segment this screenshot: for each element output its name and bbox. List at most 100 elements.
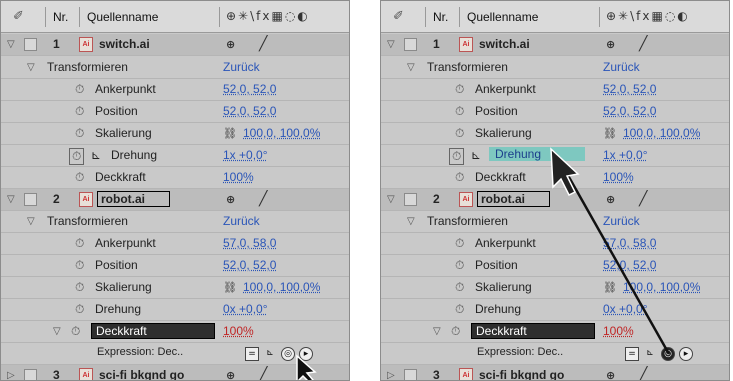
twirl-down-icon[interactable]: ▽ xyxy=(433,326,441,337)
expression-row[interactable]: Expression: Dec.. = ⊾ ◎ ▸ xyxy=(381,343,729,365)
collapse-switch-icon[interactable]: ⊕ xyxy=(606,193,615,206)
twirl-down-icon[interactable]: ▽ xyxy=(407,62,415,73)
reset-link[interactable]: Zurück xyxy=(223,60,260,74)
column-source-name[interactable]: Quellenname xyxy=(87,10,158,24)
stopwatch-icon[interactable]: ⏱ xyxy=(455,170,464,185)
rotation-value[interactable]: 1x +0,0° xyxy=(223,148,268,162)
property-row[interactable]: ⏱ Deckkraft 100% xyxy=(1,167,349,189)
stopwatch-icon[interactable]: ⏱ xyxy=(451,324,460,339)
stopwatch-icon[interactable]: ⏱ xyxy=(455,236,464,251)
layer-name[interactable]: robot.ai xyxy=(477,191,550,207)
rotation-value[interactable]: 1x +0,0° xyxy=(603,148,648,162)
property-row[interactable]: ⏱ Position 52,0, 52,0 xyxy=(1,101,349,123)
graph-icon[interactable]: ⊾ xyxy=(471,148,481,162)
column-nr[interactable]: Nr. xyxy=(53,10,68,24)
transform-group-row[interactable]: ▽ Transformieren Zurück xyxy=(381,57,729,79)
stopwatch-icon[interactable]: ⏱ xyxy=(449,148,465,165)
collapse-switch-icon[interactable]: ⊕ xyxy=(226,369,235,380)
stopwatch-icon[interactable]: ⏱ xyxy=(75,82,84,97)
scale-value[interactable]: 100,0, 100,0% xyxy=(243,280,320,294)
label-color-box[interactable] xyxy=(24,38,37,51)
opacity-value[interactable]: 100% xyxy=(603,324,634,338)
expression-row[interactable]: Expression: Dec.. = ⊾ ◎ ▸ xyxy=(1,343,349,365)
property-row[interactable]: ⏱ Ankerpunkt 52,0, 52,0 xyxy=(381,79,729,101)
stopwatch-icon[interactable]: ⏱ xyxy=(75,126,84,141)
property-row[interactable]: ⏱ Skalierung ⛓ 100,0, 100,0% xyxy=(1,123,349,145)
transform-group-row[interactable]: ▽ Transformieren Zurück xyxy=(1,57,349,79)
rotation-value[interactable]: 0x +0,0° xyxy=(223,302,268,316)
property-row[interactable]: ⏱ Skalierung ⛓ 100,0, 100,0% xyxy=(1,277,349,299)
reset-link[interactable]: Zurück xyxy=(603,60,640,74)
scale-value[interactable]: 100,0, 100,0% xyxy=(623,126,700,140)
collapse-switch-icon[interactable]: ⊕ xyxy=(226,193,235,206)
property-row[interactable]: ⏱ Drehung 0x +0,0° xyxy=(381,299,729,321)
stopwatch-icon[interactable]: ⏱ xyxy=(75,236,84,251)
opacity-value[interactable]: 100% xyxy=(223,324,254,338)
anchor-value[interactable]: 52,0, 52,0 xyxy=(223,82,276,96)
property-row[interactable]: ▽ ⏱ Deckkraft 100% xyxy=(381,321,729,343)
graph-icon[interactable]: ⊾ xyxy=(643,347,657,361)
layer-row[interactable]: ▽ 2 Ai robot.ai ⊕ ╱ xyxy=(1,189,349,211)
layer-row[interactable]: ▷ 3 Ai sci-fi bkgnd go ⊕ ╱ xyxy=(381,365,729,380)
property-row[interactable]: ⏱ ⊾ Drehung 1x +0,0° xyxy=(381,145,729,167)
twirl-down-icon[interactable]: ▽ xyxy=(407,216,415,227)
pickwhip-icon[interactable]: ◎ xyxy=(281,347,295,361)
property-label-selected[interactable]: Deckkraft xyxy=(471,323,595,339)
scale-value[interactable]: 100,0, 100,0% xyxy=(623,280,700,294)
position-value[interactable]: 52,0, 52,0 xyxy=(223,258,276,272)
stopwatch-icon[interactable]: ⏱ xyxy=(455,280,464,295)
quality-switch-icon[interactable]: ╱ xyxy=(639,36,647,52)
column-nr[interactable]: Nr. xyxy=(433,10,448,24)
twirl-down-icon[interactable]: ▽ xyxy=(7,194,15,205)
twirl-down-icon[interactable]: ▽ xyxy=(53,326,61,337)
twirl-down-icon[interactable]: ▽ xyxy=(387,39,395,50)
twirl-right-icon[interactable]: ▷ xyxy=(7,370,15,380)
collapse-switch-icon[interactable]: ⊕ xyxy=(606,369,615,380)
link-chain-icon[interactable]: ⛓ xyxy=(603,127,617,140)
opacity-value[interactable]: 100% xyxy=(603,170,634,184)
property-row[interactable]: ⏱ Position 52,0, 52,0 xyxy=(381,101,729,123)
collapse-switch-icon[interactable]: ⊕ xyxy=(226,38,235,51)
property-row[interactable]: ⏱ Ankerpunkt 57,0, 58,0 xyxy=(381,233,729,255)
enable-expression-icon[interactable]: = xyxy=(245,347,259,361)
label-color-box[interactable] xyxy=(404,38,417,51)
layer-row[interactable]: ▷ 3 Ai sci-fi bkgnd go ⊕ ╱ xyxy=(1,365,349,380)
stopwatch-icon[interactable]: ⏱ xyxy=(75,302,84,317)
transform-group-row[interactable]: ▽ Transformieren Zurück xyxy=(381,211,729,233)
layer-name[interactable]: sci-fi bkgnd go xyxy=(99,368,184,380)
language-menu-icon[interactable]: ▸ xyxy=(679,347,693,361)
link-chain-icon[interactable]: ⛓ xyxy=(223,281,237,294)
property-label-highlighted[interactable]: Drehung xyxy=(489,147,585,161)
stopwatch-icon[interactable]: ⏱ xyxy=(455,258,464,273)
property-label-selected[interactable]: Deckkraft xyxy=(91,323,215,339)
property-row[interactable]: ⏱ ⊾ Drehung 1x +0,0° xyxy=(1,145,349,167)
quality-switch-icon[interactable]: ╱ xyxy=(259,36,267,52)
property-row[interactable]: ⏱ Skalierung ⛓ 100,0, 100,0% xyxy=(381,277,729,299)
label-color-box[interactable] xyxy=(404,193,417,206)
quality-switch-icon[interactable]: ╱ xyxy=(259,191,267,207)
stopwatch-icon[interactable]: ⏱ xyxy=(69,148,85,165)
twirl-down-icon[interactable]: ▽ xyxy=(27,216,35,227)
stopwatch-icon[interactable]: ⏱ xyxy=(455,104,464,119)
property-row[interactable]: ⏱ Drehung 0x +0,0° xyxy=(1,299,349,321)
property-row[interactable]: ⏱ Position 52,0, 52,0 xyxy=(381,255,729,277)
property-row[interactable]: ⏱ Ankerpunkt 57,0, 58,0 xyxy=(1,233,349,255)
twirl-down-icon[interactable]: ▽ xyxy=(27,62,35,73)
twirl-right-icon[interactable]: ▷ xyxy=(387,370,395,380)
property-row[interactable]: ⏱ Position 52,0, 52,0 xyxy=(1,255,349,277)
reset-link[interactable]: Zurück xyxy=(223,214,260,228)
quality-switch-icon[interactable]: ╱ xyxy=(259,367,267,380)
layer-name[interactable]: switch.ai xyxy=(479,37,530,51)
property-row[interactable]: ⏱ Ankerpunkt 52,0, 52,0 xyxy=(1,79,349,101)
twirl-down-icon[interactable]: ▽ xyxy=(7,39,15,50)
link-chain-icon[interactable]: ⛓ xyxy=(603,281,617,294)
position-value[interactable]: 52,0, 52,0 xyxy=(603,258,656,272)
label-color-box[interactable] xyxy=(24,193,37,206)
stopwatch-icon[interactable]: ⏱ xyxy=(75,170,84,185)
graph-icon[interactable]: ⊾ xyxy=(91,148,101,162)
stopwatch-icon[interactable]: ⏱ xyxy=(455,126,464,141)
column-source-name[interactable]: Quellenname xyxy=(467,10,538,24)
property-row[interactable]: ⏱ Skalierung ⛓ 100,0, 100,0% xyxy=(381,123,729,145)
anchor-value[interactable]: 57,0, 58,0 xyxy=(603,236,656,250)
language-menu-icon[interactable]: ▸ xyxy=(299,347,313,361)
